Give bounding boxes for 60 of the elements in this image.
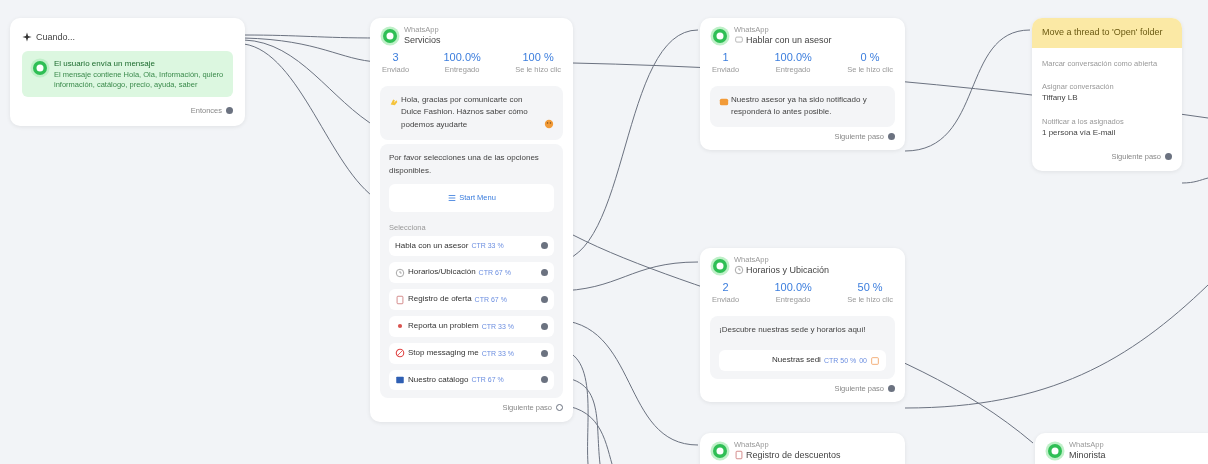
whatsapp-icon — [30, 57, 50, 78]
stat-value: 1 — [721, 50, 730, 65]
stat-value: 0 % — [859, 50, 881, 65]
square-icon — [870, 355, 880, 366]
clock-icon — [395, 267, 405, 278]
prohibited-icon — [395, 348, 405, 359]
message-text: ¡Descubre nuestras sede y horarios aquí! — [719, 323, 867, 336]
option-label: Nuestro catálogo — [408, 373, 469, 386]
stat-value: 100.0% — [443, 50, 481, 65]
connector-handle[interactable] — [1165, 153, 1172, 161]
option-label: Horarios/Ubicación — [408, 266, 476, 279]
node-title: Registro de descuentos — [746, 449, 841, 461]
square-icon — [395, 374, 405, 385]
option-label: Habla con un asesor — [395, 239, 469, 252]
smiley-icon — [544, 118, 554, 129]
message-text: Por favor selecciones una de las opciones disponibles. — [389, 151, 540, 177]
action-header: Move a thread to 'Open' folder — [1032, 18, 1182, 48]
connector-handle[interactable] — [888, 133, 895, 141]
whatsapp-icon — [710, 26, 730, 46]
document-icon — [734, 450, 744, 461]
whatsapp-icon — [380, 26, 400, 46]
node-title: Servicios — [404, 34, 441, 46]
stat-value: 50 % — [856, 280, 884, 295]
document-icon — [395, 294, 405, 305]
node-title: Cuando... — [36, 32, 76, 43]
connector-handle[interactable] — [226, 107, 233, 115]
whatsapp-icon — [710, 256, 730, 276]
stat-value: 2 — [721, 280, 730, 295]
option-label: Stop messaging me — [408, 346, 479, 359]
option-label: Nuestras sedi — [772, 354, 821, 367]
stat-value: 100 % — [521, 50, 555, 65]
connector-handle[interactable] — [541, 349, 548, 357]
field-value: Tiffany LB — [1042, 92, 1079, 104]
connector-handle[interactable] — [556, 404, 563, 412]
option-label: Reporta un problem — [408, 319, 479, 332]
field-value: 1 persona vía E-mail — [1042, 127, 1117, 140]
menu-icon — [447, 192, 458, 203]
connector-handle[interactable] — [888, 385, 895, 393]
clock-icon — [734, 265, 744, 276]
option-label: Registro de oferta — [408, 293, 472, 306]
connector-handle[interactable] — [541, 376, 548, 384]
connector-handle[interactable] — [541, 322, 548, 330]
chat-icon — [734, 35, 744, 46]
stat-value: 3 — [391, 50, 400, 65]
stat-value: 100.0% — [774, 50, 812, 65]
whatsapp-icon — [710, 441, 730, 461]
connector-handle[interactable] — [541, 242, 548, 250]
stat-value: 100.0% — [774, 280, 812, 295]
node-title: Minorista — [1069, 449, 1106, 461]
connector-handle[interactable] — [541, 269, 548, 277]
connector-handle[interactable] — [541, 296, 548, 303]
message-text: Nuestro asesor ya ha sido notificado y responderá lo antes posible. — [731, 93, 868, 119]
connector-line — [1181, 177, 1208, 184]
node-title: Hablar con un asesor — [746, 34, 832, 46]
node-title: Horarios y Ubicación — [746, 264, 830, 276]
event-title: El usuario envía un mensaje — [54, 57, 156, 70]
sparkle-icon — [22, 32, 32, 43]
square-icon — [719, 96, 729, 107]
whatsapp-icon — [1045, 441, 1065, 461]
message-text: Hola, gracias por comunicarte con Dulce Fashion. Háznos saber cómo podemos ayudarte — [401, 93, 529, 132]
